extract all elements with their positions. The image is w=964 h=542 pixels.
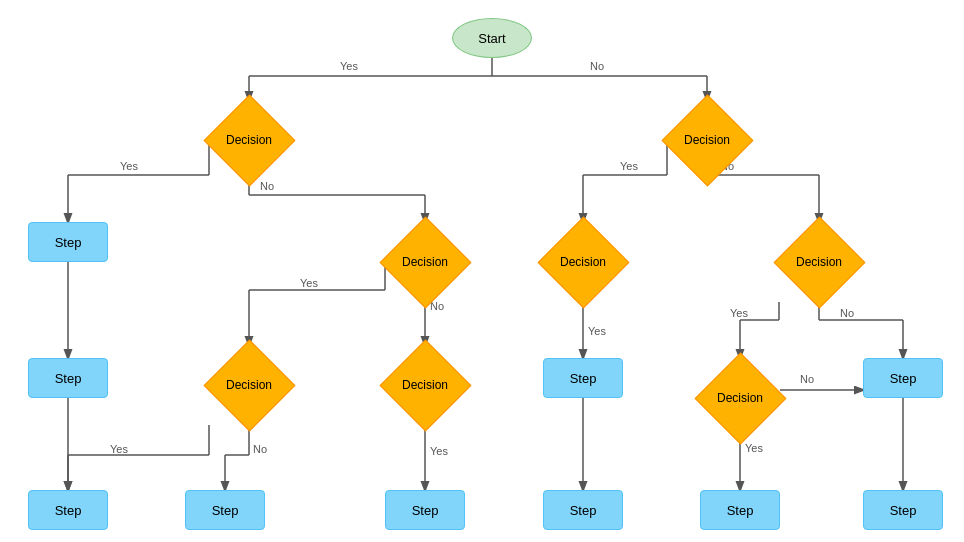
- decision-3-label: Decision: [402, 255, 448, 269]
- svg-text:Yes: Yes: [620, 160, 638, 172]
- decision-8-node: Decision: [700, 358, 780, 438]
- decision-3-node: Decision: [385, 222, 465, 302]
- step-1-node: Step: [28, 222, 108, 262]
- decision-5-node: Decision: [779, 222, 859, 302]
- decision-8-label: Decision: [717, 391, 763, 405]
- step-10-node: Step: [863, 490, 943, 530]
- svg-text:Yes: Yes: [745, 442, 763, 454]
- step-7-label: Step: [412, 503, 439, 518]
- step-5-node: Step: [28, 490, 108, 530]
- decision-1-node: Decision: [209, 100, 289, 180]
- svg-text:No: No: [840, 307, 854, 319]
- step-9-label: Step: [727, 503, 754, 518]
- step-10-label: Step: [890, 503, 917, 518]
- step-7-node: Step: [385, 490, 465, 530]
- svg-text:No: No: [800, 373, 814, 385]
- decision-7-node: Decision: [385, 345, 465, 425]
- svg-text:Yes: Yes: [110, 443, 128, 455]
- step-8-node: Step: [543, 490, 623, 530]
- step-4-node: Step: [863, 358, 943, 398]
- step-6-node: Step: [185, 490, 265, 530]
- step-2-label: Step: [55, 371, 82, 386]
- svg-text:Yes: Yes: [730, 307, 748, 319]
- svg-text:No: No: [590, 60, 604, 72]
- decision-7-label: Decision: [402, 378, 448, 392]
- svg-text:No: No: [253, 443, 267, 455]
- decision-2-label: Decision: [684, 133, 730, 147]
- step-4-label: Step: [890, 371, 917, 386]
- step-1-label: Step: [55, 235, 82, 250]
- decision-6-label: Decision: [226, 378, 272, 392]
- step-9-node: Step: [700, 490, 780, 530]
- step-3-node: Step: [543, 358, 623, 398]
- svg-text:Yes: Yes: [588, 325, 606, 337]
- step-6-label: Step: [212, 503, 239, 518]
- decision-6-node: Decision: [209, 345, 289, 425]
- svg-text:Yes: Yes: [340, 60, 358, 72]
- step-8-label: Step: [570, 503, 597, 518]
- svg-text:Yes: Yes: [300, 277, 318, 289]
- svg-text:No: No: [260, 180, 274, 192]
- decision-5-label: Decision: [796, 255, 842, 269]
- start-label: Start: [478, 31, 505, 46]
- svg-text:Yes: Yes: [120, 160, 138, 172]
- decision-4-label: Decision: [560, 255, 606, 269]
- step-5-label: Step: [55, 503, 82, 518]
- decision-1-label: Decision: [226, 133, 272, 147]
- step-3-label: Step: [570, 371, 597, 386]
- step-2-node: Step: [28, 358, 108, 398]
- decision-2-node: Decision: [667, 100, 747, 180]
- start-node: Start: [452, 18, 532, 58]
- decision-4-node: Decision: [543, 222, 623, 302]
- svg-text:Yes: Yes: [430, 445, 448, 457]
